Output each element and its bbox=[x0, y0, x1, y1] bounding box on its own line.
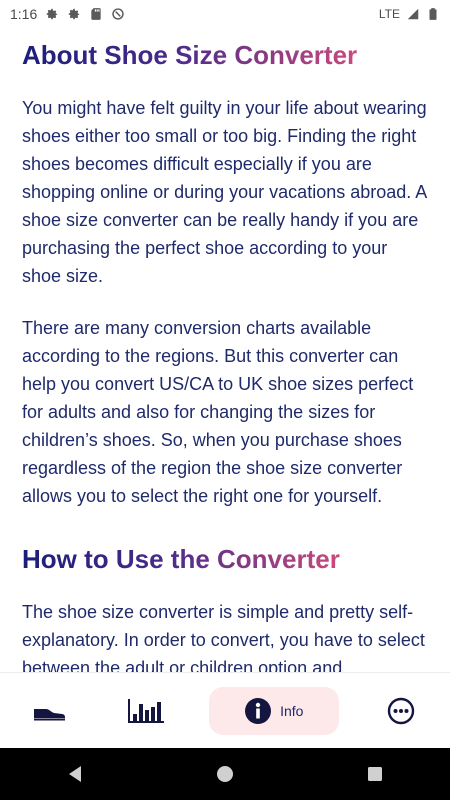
more-icon bbox=[388, 697, 415, 725]
section-title-about: About Shoe Size Converter bbox=[22, 40, 358, 70]
status-time: 1:16 bbox=[10, 6, 38, 22]
info-content[interactable]: About Shoe Size Converter You might have… bbox=[0, 28, 450, 672]
sd-card-icon bbox=[91, 8, 101, 20]
status-bar: 1:16 LTE bbox=[0, 0, 450, 28]
network-type: LTE bbox=[378, 7, 400, 21]
nav-chart[interactable] bbox=[111, 687, 181, 735]
status-left: 1:16 bbox=[10, 6, 125, 22]
nav-info[interactable]: Info bbox=[208, 687, 339, 735]
recents-icon[interactable] bbox=[365, 764, 385, 784]
about-paragraph-1: You might have felt guilty in your life … bbox=[22, 98, 427, 286]
system-navigation-bar bbox=[0, 748, 450, 800]
gear-icon bbox=[69, 8, 80, 20]
no-disturb-icon bbox=[112, 8, 124, 20]
battery-icon bbox=[429, 8, 437, 20]
back-icon[interactable] bbox=[65, 764, 85, 784]
bottom-navigation: Info bbox=[0, 672, 450, 749]
section-title-how-to: How to Use the Converter bbox=[22, 544, 340, 574]
how-to-paragraph: The shoe size converter is simple and pr… bbox=[22, 602, 425, 672]
info-icon bbox=[245, 698, 272, 724]
nav-converter[interactable] bbox=[14, 687, 84, 735]
nav-info-label: Info bbox=[280, 703, 304, 719]
home-icon[interactable] bbox=[215, 764, 235, 784]
bar-chart-icon bbox=[128, 699, 165, 723]
shoe-icon bbox=[33, 709, 65, 721]
signal-icon bbox=[407, 8, 419, 20]
status-right: LTE bbox=[379, 7, 440, 21]
gear-icon bbox=[47, 8, 58, 20]
about-paragraph-2: There are many conversion charts availab… bbox=[22, 318, 414, 506]
nav-more[interactable] bbox=[366, 687, 436, 735]
